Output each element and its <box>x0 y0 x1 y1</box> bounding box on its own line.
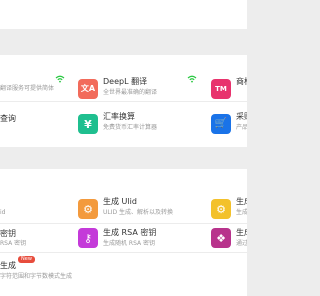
tool-card-purchase[interactable]: 🛒 采购 产品 <box>208 102 247 147</box>
tool-card-currency[interactable]: ¥ 汇率换算 免费货币汇率计算器 <box>76 102 196 147</box>
tool-card-pattern[interactable]: ❖ 生成 通过 <box>208 224 247 252</box>
online-status-icon <box>187 75 197 83</box>
tool-desc: 免费货币汇率计算器 <box>103 124 158 131</box>
tool-card-generator[interactable]: ⚙ 生成 生成 <box>208 169 247 223</box>
trademark-icon: TM <box>211 79 231 99</box>
tool-card-rsa[interactable]: ⚷ 生成 RSA 密钥 生成随机 RSA 密钥 <box>76 224 196 252</box>
ulid-icon: ⚙ <box>78 199 98 219</box>
key-icon: ⚷ <box>78 228 98 248</box>
tool-title: 汇率换算 <box>103 112 135 121</box>
new-badge: New <box>18 256 35 263</box>
currency-icon: ¥ <box>78 114 98 134</box>
tool-desc: 产品 <box>236 124 247 131</box>
tool-card-deepl[interactable]: 文A DeepL 翻译 全世界最准确的翻译 <box>76 55 197 101</box>
tool-title: 商标 <box>236 77 247 86</box>
tool-desc: 全世界最准确的翻译 <box>103 89 158 96</box>
tool-desc: id <box>0 209 6 216</box>
tools-section-1: 翻译服务可提供简体 文A DeepL 翻译 全世界最准确的翻译 TM 商标 查询… <box>0 55 247 147</box>
tool-title: 生成 <box>236 228 247 237</box>
pattern-icon: ❖ <box>211 228 231 248</box>
tool-title: 采购 <box>236 112 247 121</box>
tool-desc: 字符范围和字节数模式生成 <box>0 273 73 280</box>
cart-icon: 🛒 <box>211 114 231 134</box>
tool-card-translate-left[interactable]: 翻译服务可提供简体 <box>0 55 70 101</box>
online-status-icon <box>55 75 65 83</box>
tool-desc: 生成随机 RSA 密钥 <box>103 240 156 247</box>
tool-title: 生成 RSA 密钥 <box>103 228 157 237</box>
tool-card-id-left[interactable]: id <box>0 169 70 223</box>
tool-desc: 通过 <box>236 240 247 247</box>
tool-title: DeepL 翻译 <box>103 77 148 86</box>
translate-icon: 文A <box>78 79 98 99</box>
generator-icon: ⚙ <box>211 199 231 219</box>
tool-desc: 翻译服务可提供简体 <box>0 85 55 92</box>
tool-desc: ULID 生成、解析以及转换 <box>103 209 174 216</box>
tool-desc: 生成 <box>236 209 247 216</box>
tool-card-ulid[interactable]: ⚙ 生成 Ulid ULID 生成、解析以及转换 <box>76 169 196 223</box>
tool-title: 查询 <box>0 114 16 123</box>
top-panel <box>0 0 247 29</box>
tool-title: 密钥 <box>0 229 16 238</box>
tool-title: 生成 <box>236 197 247 206</box>
tool-title: 生成 Ulid <box>103 197 137 206</box>
tools-section-2: id ⚙ 生成 Ulid ULID 生成、解析以及转换 ⚙ 生成 生成 密钥 R… <box>0 169 247 296</box>
tool-card-generate-new[interactable]: 生成 New 字符范围和字节数模式生成 <box>0 253 80 283</box>
tool-card-key-left[interactable]: 密钥 RSA 密钥 <box>0 224 70 252</box>
tool-desc: RSA 密钥 <box>0 240 27 247</box>
tool-card-trademark[interactable]: TM 商标 <box>208 55 247 101</box>
tool-card-query-left[interactable]: 查询 <box>0 102 70 147</box>
tool-title: 生成 <box>0 261 16 270</box>
